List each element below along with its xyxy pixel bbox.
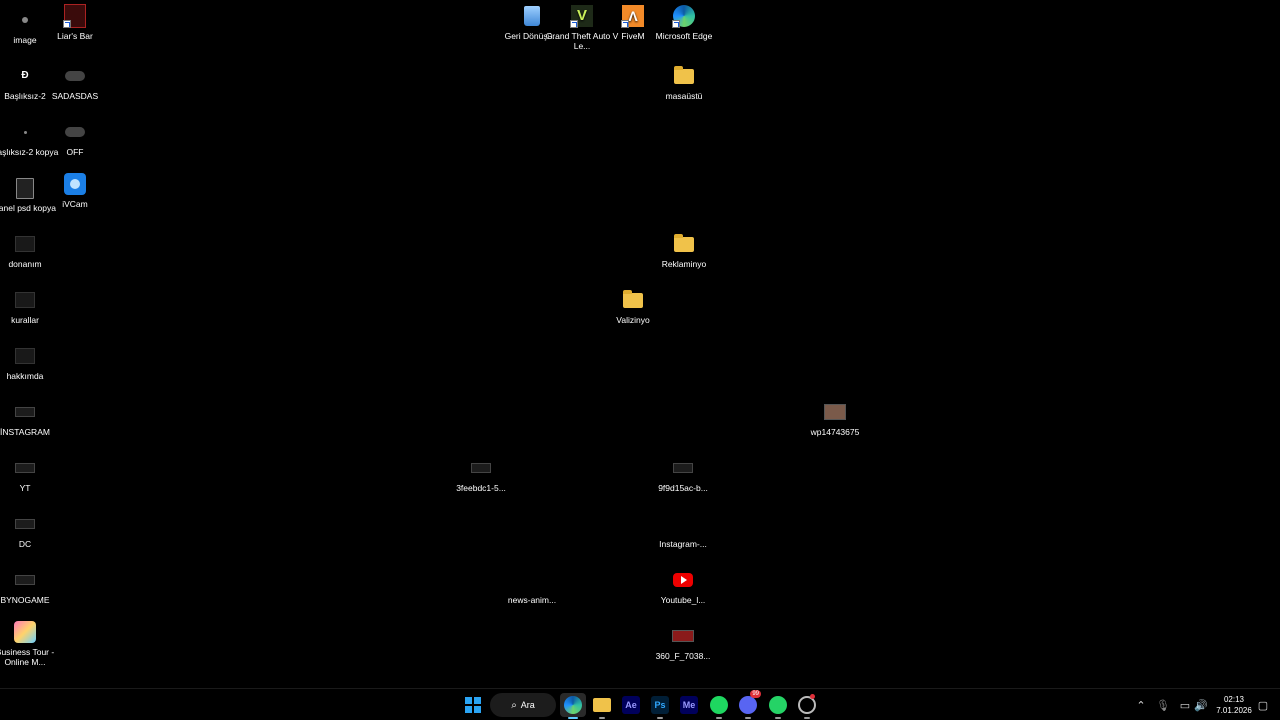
image-file-icon [671,512,695,536]
shortcut-arrow-icon [621,20,629,28]
taskbar-whatsapp[interactable] [765,693,791,719]
desktop-icon-instagram[interactable]: İNSTAGRAM [0,400,63,437]
image-file-icon [671,456,695,480]
desktop-icon-news-anim[interactable]: news-anim... [494,568,570,605]
notification-badge: 99 [750,690,761,698]
controller-icon [63,120,87,144]
desktop-icon-9f9d15ac[interactable]: 9f9d15ac-b... [645,456,721,493]
running-indicator [745,717,751,719]
image-file-icon [13,400,37,424]
taskbar-photoshop[interactable]: Ps [647,693,673,719]
notification-dot [810,694,815,699]
youtube-icon [671,568,695,592]
desktop-icon-3feebdc1[interactable]: 3feebdc1-5... [443,456,519,493]
desktop-icon-liars-bar[interactable]: Liar's Bar [37,4,113,41]
desktop-icon-ivcam[interactable]: iVCam [37,172,113,209]
business-tour-icon [13,620,37,644]
image-file-icon [13,512,37,536]
notification-icon[interactable]: ▢ [1254,695,1272,715]
image-file-icon [13,568,37,592]
gta-v-icon: V [570,4,594,28]
shortcut-arrow-icon [63,20,71,28]
folder-icon [672,232,696,256]
desktop-icon-wp[interactable]: wp14743675 [797,400,873,437]
spotify-icon [710,696,728,714]
desktop-icon-hakkimda[interactable]: hakkımda [0,344,63,381]
taskbar-search[interactable]: ⌕ Ara [490,693,556,717]
taskbar-discord[interactable]: 99 [735,690,761,719]
clock-date: 7.01.2026 [1216,706,1252,715]
desktop-icon-off[interactable]: OFF [37,120,113,157]
media-encoder-icon: Me [680,696,698,714]
desktop-icon-yt[interactable]: YT [0,456,63,493]
taskbar-app-aperture[interactable] [794,693,820,719]
image-file-icon [671,624,695,648]
taskbar: ⌕ Ara Ae Ps Me 99 ⌃ 🎙 ▭ 🔊 02:13 7.01.202… [0,688,1280,720]
desktop-icon-360f[interactable]: 360_F_7038... [645,624,721,661]
discord-icon [739,696,757,714]
windows-logo-icon [465,697,481,713]
desktop-icon-kurallar[interactable]: kurallar [0,288,63,325]
desktop-icon-donanim[interactable]: donanım [0,232,63,269]
desktop-icon-masaustu[interactable]: masaüstü [646,64,722,101]
image-file-icon [13,344,37,368]
chevron-up-icon[interactable]: ⌃ [1132,695,1150,715]
taskbar-spotify[interactable] [706,693,732,719]
desktop-icon-reklaminyo[interactable]: Reklaminyo [646,232,722,269]
folder-icon [621,288,645,312]
edge-icon [672,4,696,28]
taskbar-media-encoder[interactable]: Me [676,693,702,717]
psd-file-icon [13,176,37,200]
image-file-icon [13,288,37,312]
image-file-icon [469,456,493,480]
microphone-icon[interactable]: 🎙 [1154,695,1172,715]
image-file-icon [13,120,37,144]
shortcut-arrow-icon [570,20,578,28]
desktop-icon-dc[interactable]: DC [0,512,63,549]
controller-icon [63,64,87,88]
search-icon: ⌕ [511,699,517,711]
image-file-icon [13,456,37,480]
desktop: image Ð Başlıksız-2 Başlıksız-2 kopya pa… [0,0,1280,688]
folder-icon [593,698,611,712]
image-file-icon [823,400,847,424]
desktop-icon-valizinyo[interactable]: Valizinyo [595,288,671,325]
desktop-icon-instagram-file[interactable]: Instagram-... [645,512,721,549]
taskbar-edge[interactable] [560,693,586,719]
image-file-icon [520,568,544,592]
desktop-icon-business-tour[interactable]: Business Tour - Online M... [0,620,63,667]
desktop-icon-edge[interactable]: Microsoft Edge [646,4,722,41]
volume-icon[interactable]: 🔊 [1192,695,1210,715]
taskbar-after-effects[interactable]: Ae [618,693,644,717]
ivcam-icon [63,172,87,196]
desktop-icon-sadasdas[interactable]: SADASDAS [37,64,113,101]
image-file-icon: Ð [21,70,29,81]
image-file-icon [13,232,37,256]
running-indicator [657,717,663,719]
whatsapp-icon [769,696,787,714]
after-effects-icon: Ae [622,696,640,714]
photoshop-icon: Ps [651,696,669,714]
search-label: Ara [520,700,535,710]
start-button[interactable] [460,693,486,717]
shortcut-arrow-icon [672,20,680,28]
edge-icon [564,696,582,714]
running-indicator [599,717,605,719]
desktop-icon-youtube[interactable]: Youtube_l... [645,568,721,605]
active-indicator [568,717,578,719]
folder-icon [672,64,696,88]
desktop-icon-bynogame[interactable]: BYNOGAME [0,568,63,605]
recycle-bin-icon [520,4,544,28]
clock-time: 02:13 [1223,695,1245,704]
running-indicator [804,717,810,719]
taskbar-clock[interactable]: 02:13 7.01.2026 [1214,694,1254,716]
liars-bar-icon [63,4,87,28]
running-indicator [775,717,781,719]
image-file-icon [13,8,37,32]
taskbar-file-explorer[interactable] [589,693,615,719]
running-indicator [716,717,722,719]
fivem-icon: Λ [621,4,645,28]
